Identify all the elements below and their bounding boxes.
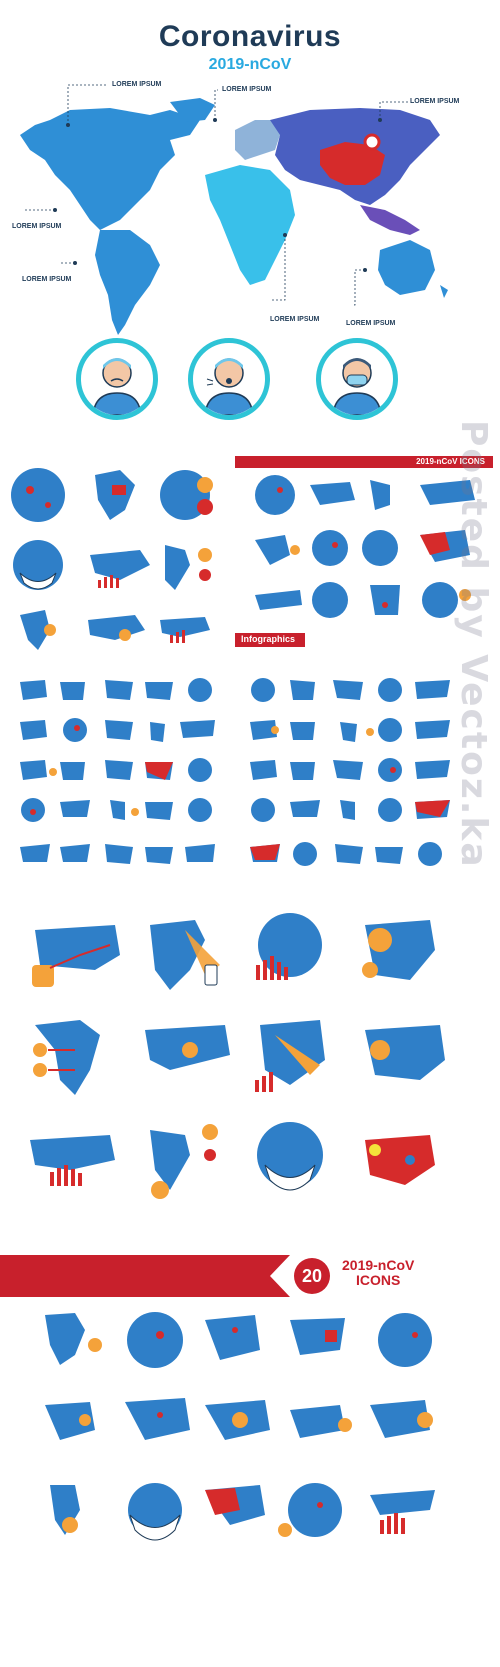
map-label: LOREM IPSUM [346, 320, 396, 327]
america-map-icon [33, 1020, 100, 1095]
map-label: LOREM IPSUM [410, 98, 460, 105]
world-map-icon [145, 1025, 230, 1070]
icon-grid-dense-left [20, 678, 215, 864]
world-map-icon [90, 550, 150, 588]
masked-person-icon [316, 338, 398, 420]
america-map-icon [20, 610, 56, 650]
italy-map-icon [150, 1124, 218, 1199]
location-pin-icon [363, 133, 381, 151]
globe-chart-icon [160, 470, 213, 520]
south-america-shape [95, 230, 160, 335]
mask-globe-icon [13, 540, 63, 590]
icon-grid-large [30, 913, 445, 1199]
icon-grid-right [255, 475, 475, 618]
china-map-icon [365, 1135, 435, 1185]
world-map-icon [88, 615, 145, 641]
icons-banner: 2019-nCoV ICONS [235, 456, 493, 468]
america-map-icon [150, 920, 220, 990]
bottom-banner [0, 1255, 290, 1297]
map-label: LOREM IPSUM [222, 86, 272, 93]
russia-map-icon [365, 1025, 445, 1080]
europe-shape [235, 120, 280, 160]
count-caption: 2019-nCoV ICONS [342, 1258, 414, 1288]
map-label: LOREM IPSUM [22, 276, 72, 283]
page-title: Coronavirus [158, 20, 342, 53]
infographics-banner-text: Infographics [241, 634, 296, 644]
icon-grid-bottom [45, 1312, 435, 1541]
count-badge: 20 [294, 1258, 330, 1294]
icon-grid-left [11, 468, 213, 650]
globe-chart-icon [256, 913, 322, 980]
usa-map-icon [32, 925, 120, 987]
world-map-icon [30, 1135, 115, 1186]
australia-shape [378, 240, 435, 295]
italy-map-icon [165, 545, 212, 590]
page-subtitle: 2019-nCoV [208, 56, 292, 73]
mask-globe-icon [257, 1122, 323, 1191]
africa-shape [205, 165, 295, 285]
se-asia-shape [360, 205, 420, 235]
icon-grid-dense-right [250, 678, 450, 866]
coughing-person-icon [188, 338, 270, 420]
europe-map-icon [255, 1020, 325, 1092]
north-america-shape [20, 108, 200, 230]
sick-person-icon [76, 338, 158, 420]
europe-map-icon [160, 617, 210, 643]
count-caption-line1: 2019-nCoV [342, 1257, 415, 1273]
map-label: LOREM IPSUM [270, 316, 320, 323]
map-label: LOREM IPSUM [112, 81, 162, 88]
world-map [20, 84, 448, 335]
infographics-banner: Infographics [235, 633, 305, 647]
count-badge-text: 20 [301, 1266, 323, 1286]
asia-map-icon [362, 920, 435, 980]
globe-virus-icon [11, 468, 65, 522]
map-label: LOREM IPSUM [12, 223, 62, 230]
count-caption-line2: ICONS [356, 1272, 401, 1288]
icons-banner-text: 2019-nCoV ICONS [416, 457, 485, 466]
india-map-icon [95, 470, 135, 520]
